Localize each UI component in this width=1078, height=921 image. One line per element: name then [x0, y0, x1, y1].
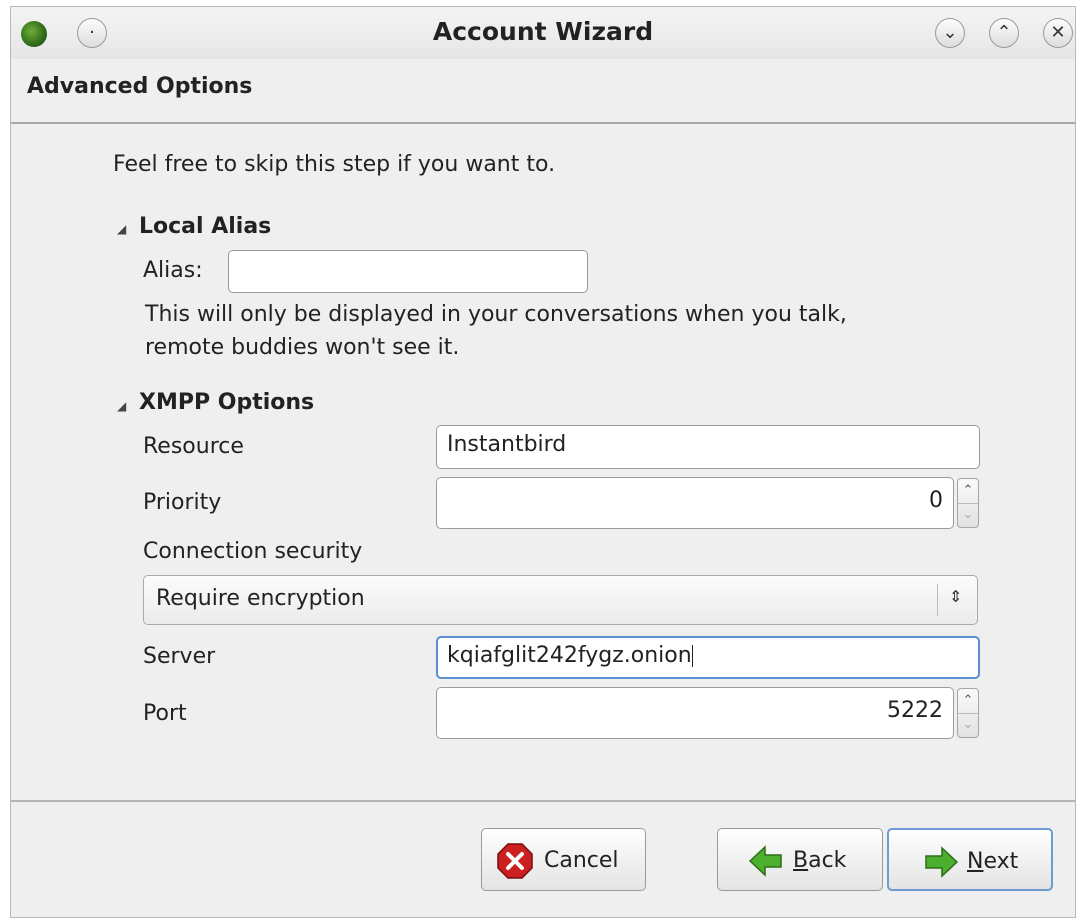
- chevron-down-icon: ⌄: [942, 22, 958, 43]
- next-button[interactable]: Next: [887, 828, 1053, 891]
- next-label: Next: [967, 849, 1018, 874]
- port-label: Port: [143, 701, 187, 726]
- port-spinner[interactable]: ⌃ ⌄: [957, 688, 979, 738]
- cancel-button[interactable]: Cancel: [481, 828, 646, 891]
- spin-up-icon[interactable]: ⌃: [958, 689, 978, 714]
- priority-input[interactable]: 0: [436, 477, 954, 529]
- text-cursor: [691, 645, 693, 667]
- page-title: Advanced Options: [27, 74, 253, 99]
- connection-security-label: Connection security: [143, 539, 363, 564]
- alias-label: Alias:: [143, 258, 203, 283]
- port-input[interactable]: 5222: [436, 687, 954, 739]
- spin-down-icon[interactable]: ⌄: [958, 713, 978, 737]
- title-bar: · Account Wizard ⌄ ⌃ ✕: [11, 7, 1075, 59]
- resource-input[interactable]: Instantbird: [436, 425, 980, 469]
- close-icon: ✕: [1050, 22, 1066, 43]
- server-input[interactable]: kqiafglit242fygz.onion: [436, 636, 980, 679]
- xmpp-options-heading[interactable]: XMPP Options: [139, 390, 314, 415]
- arrow-right-icon: [925, 846, 959, 878]
- back-label: Back: [793, 848, 846, 873]
- close-button[interactable]: ✕: [1043, 18, 1073, 48]
- resource-label: Resource: [143, 434, 244, 459]
- back-mnemonic: B: [793, 848, 809, 873]
- wizard-page-header: Advanced Options: [11, 59, 1075, 124]
- cancel-label: Cancel: [544, 848, 619, 873]
- spin-down-icon[interactable]: ⌄: [958, 503, 978, 527]
- local-alias-expander-icon[interactable]: ◢: [117, 222, 126, 236]
- alias-help-line-1: This will only be displayed in your conv…: [145, 302, 847, 327]
- xmpp-options-expander-icon[interactable]: ◢: [117, 399, 126, 413]
- alias-input[interactable]: [228, 250, 588, 293]
- footer-divider: [11, 800, 1075, 802]
- minimize-button[interactable]: ⌄: [935, 18, 965, 48]
- local-alias-heading[interactable]: Local Alias: [139, 214, 271, 239]
- alias-help-line-2: remote buddies won't see it.: [145, 335, 460, 360]
- connection-security-dropdown[interactable]: Require encryption ⇕: [143, 575, 978, 625]
- back-button[interactable]: Back: [717, 828, 883, 891]
- updown-chevron-icon: ⇕: [949, 587, 963, 606]
- next-mnemonic: N: [967, 849, 984, 874]
- server-value: kqiafglit242fygz.onion: [447, 643, 692, 668]
- chevron-up-icon: ⌃: [996, 22, 1012, 43]
- maximize-button[interactable]: ⌃: [989, 18, 1019, 48]
- window-title: Account Wizard: [432, 17, 654, 46]
- priority-spinner[interactable]: ⌃ ⌄: [957, 478, 979, 528]
- server-label: Server: [143, 644, 216, 669]
- next-label-rest: ext: [983, 849, 1019, 874]
- priority-label: Priority: [143, 490, 222, 515]
- account-wizard-window: · Account Wizard ⌄ ⌃ ✕ Advanced Options …: [10, 6, 1076, 918]
- back-label-rest: ack: [808, 848, 847, 873]
- arrow-left-icon: [748, 845, 782, 877]
- spin-up-icon[interactable]: ⌃: [958, 479, 978, 504]
- intro-text: Feel free to skip this step if you want …: [113, 152, 556, 177]
- connection-security-value: Require encryption: [156, 586, 365, 611]
- cancel-icon: [497, 843, 533, 879]
- dropdown-separator: [937, 584, 938, 616]
